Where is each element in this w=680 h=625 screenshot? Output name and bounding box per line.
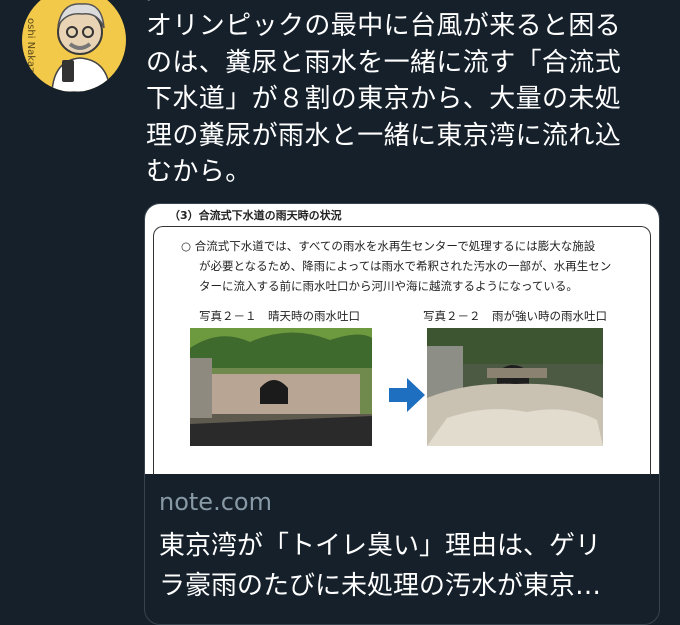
photo-caption-left: 写真２－１ 晴天時の雨水吐口: [199, 309, 360, 323]
card-title[interactable]: 東京湾が「トイレ臭い」理由は、ゲリ ラ豪雨のたびに未処理の汚水が東京…: [159, 526, 649, 606]
card-title-line: ラ豪雨のたびに未処理の汚水が東京…: [159, 571, 602, 601]
card-domain: note.com: [159, 488, 272, 516]
photo-heavy-rain: [427, 328, 603, 446]
tweet-text-line: オリンピックの最中に台風が来ると困る: [146, 11, 622, 41]
tweet-text-line: のは、糞尿と雨水を一緒に流す「合流式: [146, 47, 622, 78]
tweet-text-line: むから。: [146, 157, 252, 187]
avatar[interactable]: oshi Nakaz: [22, 0, 126, 92]
photo-clear-weather: [190, 328, 372, 446]
doc-body-line: が必要となるため、降雨によっては雨水で希釈された汚水の一部が、水再生セン: [199, 259, 612, 273]
photo-caption-right: 写真２－２ 雨が強い時の雨水吐口: [423, 309, 607, 323]
doc-section-title: （3）合流式下水道の雨天時の状況: [169, 209, 342, 222]
card-title-line: 東京湾が「トイレ臭い」理由は、ゲリ: [159, 531, 602, 561]
arrow-right-icon: [389, 378, 425, 416]
card-image[interactable]: （3）合流式下水道の雨天時の状況 ○ 合流式下水道では、すべての雨水を水再生セン…: [145, 204, 659, 475]
avatar-name-text: oshi Nakaz: [25, 18, 36, 73]
author-name[interactable]: j: [148, 0, 152, 2]
tweet-text-line: 理の糞尿が雨水と一緒に東京湾に流れ込: [146, 120, 622, 151]
doc-body-line: ターに流入する前に雨水吐口から河川や海に越流するようになっている。: [199, 279, 578, 293]
tweet-text-line: 下水道」が８割の東京から、大量の未処: [146, 84, 622, 114]
link-card[interactable]: （3）合流式下水道の雨天時の状況 ○ 合流式下水道では、すべての雨水を水再生セン…: [144, 203, 660, 625]
tweet-text: オリンピックの最中に台風が来ると困る のは、糞尿と雨水を一緒に流す「合流式 下水道」…: [146, 8, 666, 191]
doc-body-line: ○ 合流式下水道では、すべての雨水を水再生センターで処理するには膨大な施設: [181, 239, 596, 253]
avatar-illustration: [51, 3, 111, 92]
